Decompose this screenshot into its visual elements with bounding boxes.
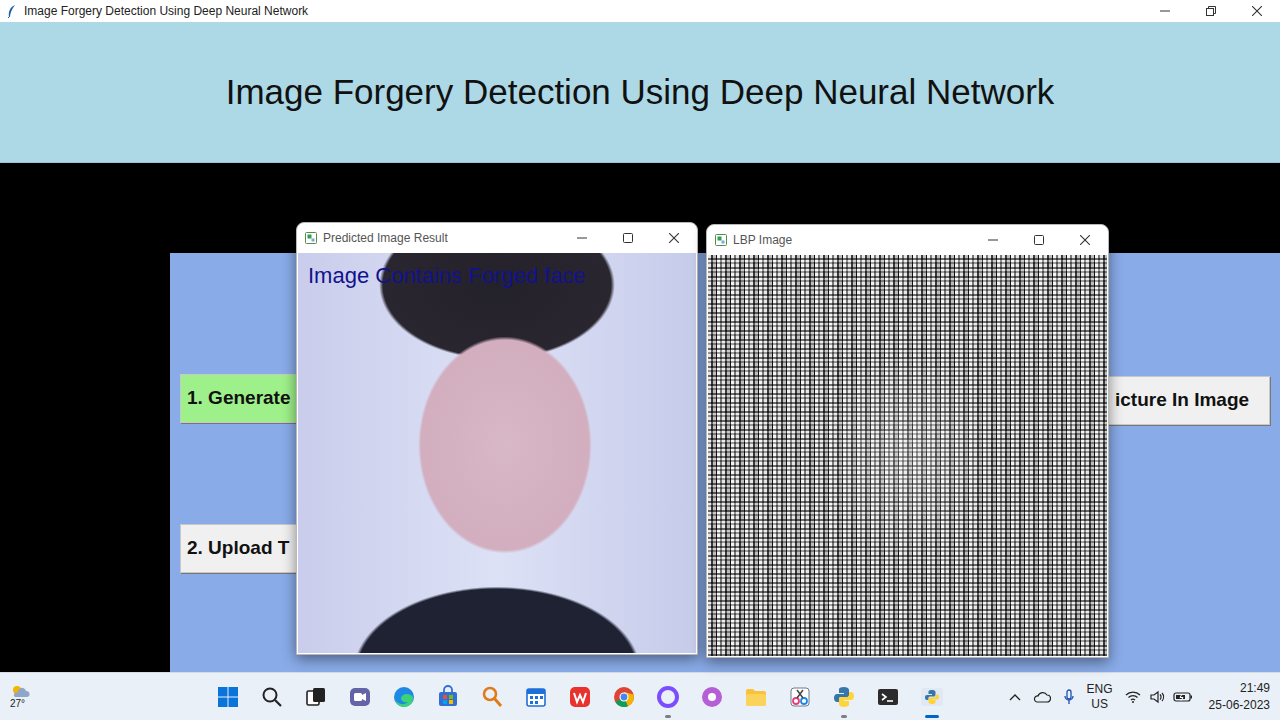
quick-settings[interactable]: [1125, 690, 1193, 704]
taskbar-app[interactable]: [656, 675, 680, 719]
taskbar-app[interactable]: [788, 675, 812, 719]
header-title: Image Forgery Detection Using Deep Neura…: [226, 66, 1055, 119]
taskbar-app[interactable]: [700, 675, 724, 719]
clock[interactable]: 21:4925-06-2023: [1209, 680, 1270, 712]
chevron-up-icon[interactable]: [1009, 693, 1021, 701]
window-title: LBP Image: [733, 231, 792, 249]
action-button[interactable]: 1. Generate: [180, 374, 298, 423]
restore-icon: [1206, 6, 1216, 16]
taskbar-app[interactable]: [216, 675, 240, 719]
region-code: US: [1087, 697, 1113, 712]
image-window[interactable]: Predicted Image Result Image Contains For…: [296, 222, 698, 655]
wifi-icon: [1125, 691, 1141, 703]
taskbar-app[interactable]: [920, 675, 944, 719]
running-indicator: [925, 715, 939, 718]
window-controls: [970, 225, 1108, 255]
window-controls: [1142, 0, 1280, 22]
right-buttons: icture In Image: [1108, 253, 1280, 672]
running-indicator: [665, 715, 671, 718]
action-button[interactable]: 2. Upload T: [180, 524, 298, 573]
language-code: ENG: [1087, 682, 1113, 697]
app-icon: [305, 232, 317, 244]
left-buttons: 1. Generate 2. Upload T: [170, 253, 298, 672]
taskbar-app[interactable]: [260, 675, 284, 719]
app-icon: [715, 234, 727, 246]
minimize-icon: [1160, 6, 1170, 16]
terminal-icon[interactable]: [876, 685, 900, 709]
maximize-icon: [623, 233, 633, 243]
pyactive-icon[interactable]: [920, 685, 944, 709]
minimize-button[interactable]: [559, 223, 605, 253]
edge-icon[interactable]: [392, 685, 416, 709]
window-title: Predicted Image Result: [323, 229, 448, 247]
weather-icon: [10, 684, 30, 698]
taskbar-app[interactable]: [392, 675, 416, 719]
calendar-icon[interactable]: [524, 685, 548, 709]
close-icon: [1252, 6, 1262, 16]
maximize-button[interactable]: [605, 223, 651, 253]
feather-icon: [6, 4, 18, 18]
window-title-bar: Predicted Image Result: [297, 223, 697, 253]
time: 21:49: [1209, 680, 1270, 696]
image-window[interactable]: LBP Image: [706, 224, 1109, 658]
maximize-icon: [1034, 235, 1044, 245]
taskbar-app[interactable]: [568, 675, 592, 719]
teams-icon[interactable]: [348, 685, 372, 709]
battery-icon: [1173, 691, 1193, 703]
taskbar-app[interactable]: [524, 675, 548, 719]
weather-widget[interactable]: 27°: [10, 684, 50, 709]
taskbar-app[interactable]: [832, 675, 856, 719]
minimize-icon: [577, 233, 587, 243]
maximize-button[interactable]: [1016, 225, 1062, 255]
close-button[interactable]: [1234, 0, 1280, 22]
result-image: Image Contains Forged face: [298, 253, 696, 653]
close-icon: [669, 233, 679, 243]
store-icon[interactable]: [436, 685, 460, 709]
finder-icon[interactable]: [480, 685, 504, 709]
close-button[interactable]: [651, 223, 697, 253]
window-title: Image Forgery Detection Using Deep Neura…: [24, 2, 308, 20]
start-icon[interactable]: [216, 685, 240, 709]
system-tray: ENGUS 21:4925-06-2023: [1009, 680, 1270, 712]
wps-icon[interactable]: [568, 685, 592, 709]
lbp-image: [708, 255, 1107, 656]
minimize-button[interactable]: [1142, 0, 1188, 22]
running-indicator: [841, 715, 847, 718]
taskbar-apps: [216, 675, 944, 719]
violet-icon[interactable]: [700, 685, 724, 709]
taskbar-app[interactable]: [436, 675, 460, 719]
cloud-icon[interactable]: [1033, 691, 1051, 703]
language-indicator[interactable]: ENGUS: [1087, 682, 1113, 712]
speaker-icon: [1149, 690, 1165, 704]
app-header: Image Forgery Detection Using Deep Neura…: [0, 22, 1280, 163]
weather-temperature: 27°: [10, 698, 25, 709]
close-icon: [1080, 235, 1090, 245]
taskbar-app[interactable]: [612, 675, 636, 719]
snip-icon[interactable]: [788, 685, 812, 709]
minimize-icon: [988, 235, 998, 245]
restore-button[interactable]: [1188, 0, 1234, 22]
chrome-icon[interactable]: [612, 685, 636, 709]
window-controls: [559, 223, 697, 253]
taskbar-app[interactable]: [304, 675, 328, 719]
action-button[interactable]: icture In Image: [1108, 376, 1270, 425]
taskbar: 27° ENGUS 21:4925-06-2023: [0, 672, 1280, 720]
explorer-icon[interactable]: [744, 685, 768, 709]
search-icon[interactable]: [260, 685, 284, 709]
close-button[interactable]: [1062, 225, 1108, 255]
taskbar-app[interactable]: [876, 675, 900, 719]
taskbar-app[interactable]: [480, 675, 504, 719]
date: 25-06-2023: [1209, 697, 1270, 713]
minimize-button[interactable]: [970, 225, 1016, 255]
ring-icon[interactable]: [656, 685, 680, 709]
taskbar-app[interactable]: [348, 675, 372, 719]
microphone-icon[interactable]: [1063, 689, 1075, 705]
prediction-label: Image Contains Forged face: [308, 259, 586, 292]
window-title-bar: LBP Image: [707, 225, 1108, 255]
taskview-icon[interactable]: [304, 685, 328, 709]
title-bar: Image Forgery Detection Using Deep Neura…: [0, 0, 1280, 22]
taskbar-app[interactable]: [744, 675, 768, 719]
python-icon[interactable]: [832, 685, 856, 709]
